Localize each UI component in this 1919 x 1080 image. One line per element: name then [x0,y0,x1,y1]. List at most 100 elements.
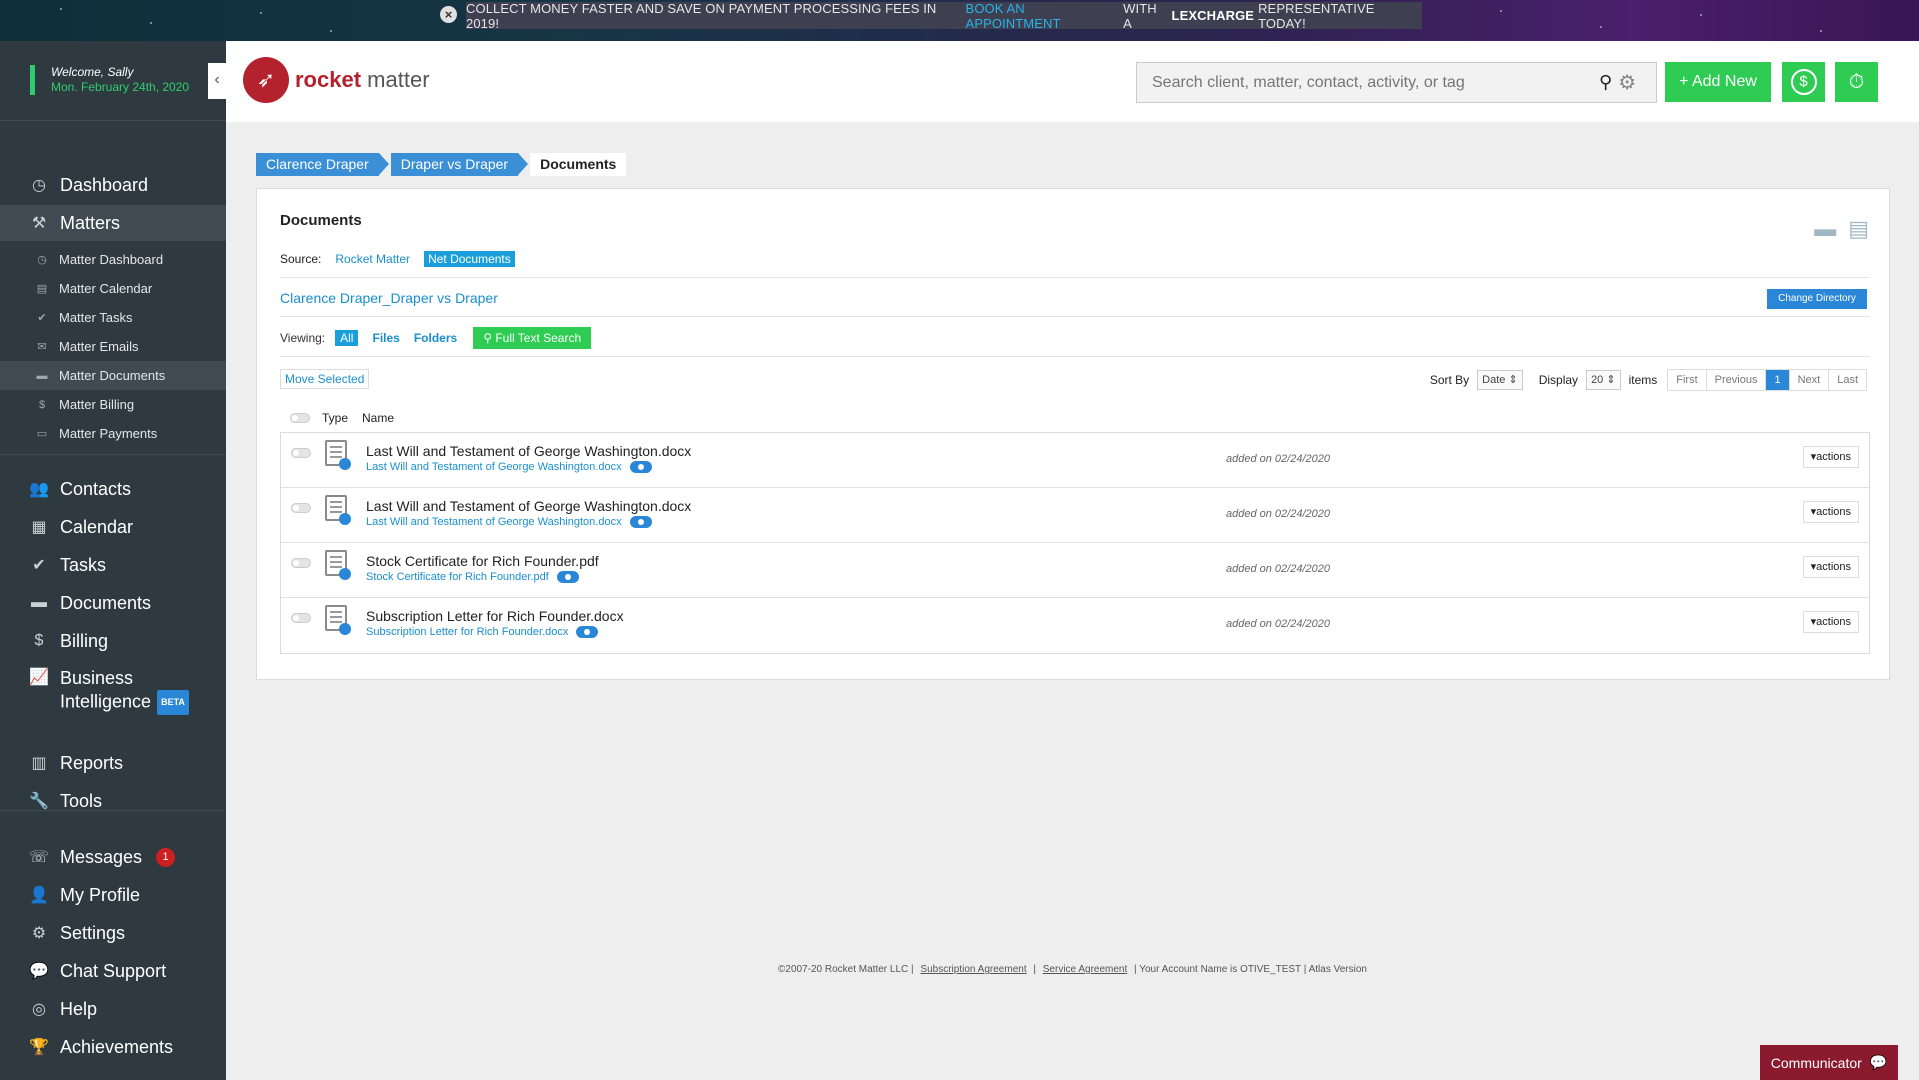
sidebar-item-chat-support[interactable]: 💬 Chat Support [0,953,226,989]
sidebar-item-achievements[interactable]: 🏆 Achievements [0,1029,226,1065]
sidebar-item-billing[interactable]: $ Billing [0,623,226,659]
sidebar-item-reports[interactable]: ▥ Reports [0,745,226,781]
sidebar-item-messages[interactable]: ☏ Messages 1 [0,839,226,875]
dollar-icon: $ [34,632,44,649]
panel-actions: ▬ ▤ [1814,216,1869,242]
items-label: items [1628,373,1658,387]
row-select-toggle[interactable] [291,613,311,623]
row-select-toggle[interactable] [291,503,311,513]
directory-path[interactable]: Clarence Draper_Draper vs Draper [280,290,498,306]
pager-current-page[interactable]: 1 [1766,370,1790,390]
actions-dropdown[interactable]: ▾actions [1802,501,1859,523]
actions-dropdown[interactable]: ▾actions [1802,446,1859,468]
sidebar-item-dashboard[interactable]: ◷ Dashboard [0,167,226,203]
viewing-label: Viewing: [280,331,326,345]
top-header: ➶ rocket matter ⚲ ⚙ + Add New $ ⏱ [226,41,1919,122]
upload-document-icon[interactable]: ▤ [1848,216,1869,242]
document-name[interactable]: Stock Certificate for Rich Founder.pdf [366,553,599,569]
sort-by-label: Sort By [1429,373,1470,387]
gear-icon[interactable]: ⚙ [1618,70,1636,95]
sidebar-item-my-profile[interactable]: 👤 My Profile [0,877,226,913]
filter-files[interactable]: Files [372,331,399,345]
document-link[interactable]: Stock Certificate for Rich Founder.pdf [366,571,549,583]
sidebar-item-business-intelligence[interactable]: 📈 Business Intelligence BETA [0,663,226,715]
sidebar-item-settings[interactable]: ⚙ Settings [0,915,226,951]
sort-select[interactable]: Date ⇕ [1477,370,1523,390]
pager-next[interactable]: Next [1790,370,1830,390]
sidebar-item-matters[interactable]: ⚒ Matters [0,205,226,241]
communicator-button[interactable]: Communicator 💬 [1760,1045,1898,1080]
sidebar-collapse-icon[interactable]: ‹ [208,63,226,99]
filter-all[interactable]: All [335,330,359,346]
breadcrumb-matter[interactable]: Draper vs Draper [390,153,529,176]
row-select-toggle[interactable] [291,448,311,458]
preview-eye-icon[interactable] [556,571,579,583]
document-link[interactable]: Last Will and Testament of George Washin… [366,461,622,473]
sidebar-sub-matter-documents[interactable]: ▬ Matter Documents [0,361,226,390]
preview-eye-icon[interactable] [629,461,652,473]
select-all-toggle[interactable] [290,413,310,423]
credit-card-icon: ▭ [36,428,48,440]
source-net-documents[interactable]: Net Documents [424,251,515,267]
table-row: Last Will and Testament of George Washin… [281,488,1869,543]
sidebar-sub-matter-billing[interactable]: $ Matter Billing [0,390,226,419]
sort-and-paging: Sort By Date ⇕ Display 20 ⇕ items First … [1430,369,1867,391]
actions-label: actions [1816,616,1851,628]
document-link[interactable]: Subscription Letter for Rich Founder.doc… [366,626,568,638]
sidebar-item-label: Business [60,668,134,688]
add-new-button[interactable]: + Add New [1665,62,1771,102]
source-rocket-matter[interactable]: Rocket Matter [335,252,410,266]
logo-word-matter: matter [367,67,430,92]
pager-previous[interactable]: Previous [1707,370,1767,390]
document-name[interactable]: Last Will and Testament of George Washin… [366,498,691,514]
promo-banner: × COLLECT MONEY FASTER AND SAVE ON PAYME… [0,0,1919,41]
search-input[interactable] [1137,73,1593,92]
service-agreement-link[interactable]: Service Agreement [1043,964,1128,975]
preview-eye-icon[interactable] [576,626,599,638]
sidebar-item-label: My Profile [60,884,141,905]
sidebar-item-label: Contacts [60,478,132,499]
sidebar-item-help[interactable]: ◎ Help [0,991,226,1027]
timer-button[interactable]: ⏱ [1835,62,1878,102]
dollar-icon: $ [1790,69,1817,95]
sidebar-sub-matter-calendar[interactable]: ▤ Matter Calendar [0,274,226,303]
document-name[interactable]: Last Will and Testament of George Washin… [366,443,691,459]
sidebar-item-calendar[interactable]: ▦ Calendar [0,509,226,545]
move-selected-button[interactable]: Move Selected [280,369,370,389]
billing-dollar-button[interactable]: $ [1782,62,1825,102]
sidebar-item-contacts[interactable]: 👥 Contacts [0,471,226,507]
rocket-matter-logo[interactable]: ➶ rocket matter [243,57,430,103]
full-text-search-button[interactable]: ⚲ Full Text Search [473,327,592,349]
sidebar-sub-matter-dashboard[interactable]: ◷ Matter Dashboard [0,245,226,274]
sidebar-divider [0,120,226,121]
display-select[interactable]: 20 ⇕ [1586,370,1621,390]
divider [280,277,1870,278]
sidebar-item-tools[interactable]: 🔧 Tools [0,783,226,819]
logo-word-rocket: rocket [295,67,362,92]
banner-close-icon[interactable]: × [440,6,457,23]
messages-count-badge: 1 [156,847,176,867]
actions-dropdown[interactable]: ▾actions [1802,611,1859,633]
subscription-agreement-link[interactable]: Subscription Agreement [920,964,1026,975]
sidebar-item-label: Billing [60,630,109,651]
search-icon[interactable]: ⚲ [1599,72,1612,93]
breadcrumb-client[interactable]: Clarence Draper [256,153,389,176]
sidebar-item-label: Tools [60,790,103,811]
sidebar-sub-matter-payments[interactable]: ▭ Matter Payments [0,419,226,448]
folder-icon: ▬ [36,369,48,382]
pager-last[interactable]: Last [1829,370,1866,390]
document-link[interactable]: Last Will and Testament of George Washin… [366,516,622,528]
sidebar-item-tasks[interactable]: ✔ Tasks [0,547,226,583]
sidebar-sub-matter-emails[interactable]: ✉ Matter Emails [0,332,226,361]
actions-dropdown[interactable]: ▾actions [1802,556,1859,578]
pager-first[interactable]: First [1668,370,1707,390]
document-name[interactable]: Subscription Letter for Rich Founder.doc… [366,608,624,624]
banner-book-link[interactable]: BOOK AN APPOINTMENT [966,1,1120,31]
filter-folders[interactable]: Folders [414,331,457,345]
sidebar-item-documents[interactable]: ▬ Documents [0,585,226,621]
sidebar-sub-matter-tasks[interactable]: ✔ Matter Tasks [0,303,226,332]
new-folder-icon[interactable]: ▬ [1814,216,1836,242]
change-directory-button[interactable]: Change Directory [1767,289,1867,309]
row-select-toggle[interactable] [291,558,311,568]
preview-eye-icon[interactable] [629,516,652,528]
